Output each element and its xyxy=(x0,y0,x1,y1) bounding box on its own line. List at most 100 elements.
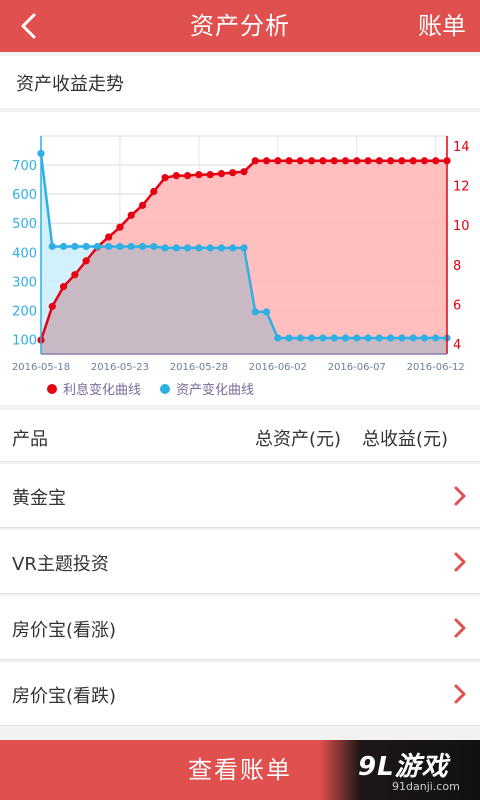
point-asset xyxy=(308,334,316,342)
point-asset xyxy=(251,308,259,316)
point-interest xyxy=(285,157,293,165)
y-left-tick-label: 600 xyxy=(12,188,37,203)
point-interest xyxy=(353,157,361,165)
chevron-right-icon xyxy=(454,486,466,506)
column-total-assets: 总资产(元) xyxy=(255,429,342,450)
point-interest xyxy=(330,157,338,165)
y-right-tick-label: 4 xyxy=(453,338,461,353)
point-asset xyxy=(285,334,293,342)
top-bar: 资产分析 账单 xyxy=(0,0,480,52)
point-asset xyxy=(398,334,406,342)
point-interest xyxy=(229,169,237,177)
point-asset xyxy=(262,308,271,316)
point-asset xyxy=(240,244,248,252)
legend-label: 利息变化曲线 xyxy=(63,382,141,398)
point-interest xyxy=(172,172,180,180)
point-asset xyxy=(387,334,395,342)
point-interest xyxy=(116,223,124,231)
point-interest xyxy=(127,211,135,219)
product-row-house-down[interactable]: 房价宝(看跌) xyxy=(0,662,480,726)
x-tick-label: 2016-05-28 xyxy=(170,362,228,373)
point-asset xyxy=(229,244,237,252)
point-interest xyxy=(308,157,316,165)
app-root: 资产分析 账单 资产收益走势 100 200 300 400 500 600 700 4 6 8 1… xyxy=(0,0,480,800)
bill-button[interactable]: 账单 xyxy=(418,0,466,52)
y-left-tick-label: 500 xyxy=(12,217,37,232)
chevron-right-icon xyxy=(454,552,466,572)
point-asset xyxy=(93,242,101,251)
point-asset xyxy=(353,334,361,342)
point-interest xyxy=(161,174,169,182)
point-asset xyxy=(172,244,180,252)
point-asset xyxy=(184,244,192,252)
point-interest xyxy=(296,157,304,165)
y-right-tick-label: 6 xyxy=(453,298,461,313)
point-asset xyxy=(319,334,327,342)
legend-marker xyxy=(47,384,57,394)
point-interest xyxy=(375,157,383,165)
y-right-tick-label: 10 xyxy=(453,219,470,234)
point-asset xyxy=(409,334,417,342)
point-interest xyxy=(364,157,372,165)
point-interest xyxy=(48,302,56,311)
x-tick-label: 2016-06-02 xyxy=(249,362,307,373)
section-title: 资产收益走势 xyxy=(16,74,124,95)
chevron-right-icon xyxy=(454,618,466,638)
point-interest xyxy=(184,172,192,180)
point-asset xyxy=(195,244,203,252)
product-name: 房价宝(看涨) xyxy=(12,620,117,641)
point-asset xyxy=(296,334,304,342)
point-interest xyxy=(420,157,429,165)
point-asset xyxy=(59,242,68,251)
point-interest xyxy=(82,257,90,265)
point-interest xyxy=(409,157,417,165)
y-left-tick-label: 300 xyxy=(12,275,37,290)
table-header: 产品 总资产(元) 总收益(元) xyxy=(0,410,480,462)
product-row-house-up[interactable]: 房价宝(看涨) xyxy=(0,596,480,660)
watermark: 9L游戏 91danji.com xyxy=(320,740,480,800)
point-interest xyxy=(217,170,226,178)
point-asset xyxy=(375,334,383,342)
point-asset xyxy=(432,334,440,342)
product-row-vr[interactable]: VR主题投资 xyxy=(0,530,480,594)
point-interest xyxy=(251,157,259,165)
legend-marker xyxy=(160,384,170,394)
point-interest xyxy=(341,157,350,165)
point-asset xyxy=(161,244,169,252)
point-interest xyxy=(387,157,395,165)
x-tick-label: 2016-06-12 xyxy=(407,362,465,373)
x-tick-label: 2016-05-18 xyxy=(12,362,70,373)
point-interest xyxy=(432,157,440,165)
watermark-url: 91danji.com xyxy=(392,780,460,793)
product-name: 黄金宝 xyxy=(12,488,66,509)
legend-label: 资产变化曲线 xyxy=(176,382,254,398)
y-left-tick-label: 400 xyxy=(12,246,37,261)
point-interest xyxy=(195,171,203,179)
chevron-right-icon xyxy=(454,684,466,704)
point-interest xyxy=(240,168,248,176)
point-interest xyxy=(262,157,271,165)
point-asset xyxy=(71,242,79,251)
trend-chart: 100 200 300 400 500 600 700 4 6 8 10 12 14 2016-05-18… xyxy=(0,112,480,405)
point-interest xyxy=(71,271,79,279)
y-left-tick-label: 700 xyxy=(12,159,37,174)
point-asset xyxy=(206,244,214,252)
point-asset xyxy=(420,334,429,342)
chart-svg: 100 200 300 400 500 600 700 4 6 8 10 12 14 2016-05-18… xyxy=(12,135,470,398)
x-tick-label: 2016-05-23 xyxy=(91,362,149,373)
point-interest xyxy=(319,157,327,165)
point-asset xyxy=(105,242,113,251)
column-total-income: 总收益(元) xyxy=(362,429,449,450)
point-asset xyxy=(150,242,158,251)
column-product: 产品 xyxy=(12,429,48,450)
point-asset xyxy=(82,242,90,251)
point-interest xyxy=(105,233,113,241)
product-name: VR主题投资 xyxy=(12,554,109,575)
chart-legend: 利息变化曲线 资产变化曲线 xyxy=(47,382,254,398)
point-interest xyxy=(206,171,214,179)
product-row-gold[interactable]: 黄金宝 xyxy=(0,464,480,528)
point-interest xyxy=(274,157,282,165)
product-name: 房价宝(看跌) xyxy=(12,686,117,707)
y-left-tick-label: 100 xyxy=(12,333,37,348)
y-right-tick-label: 8 xyxy=(453,259,461,274)
